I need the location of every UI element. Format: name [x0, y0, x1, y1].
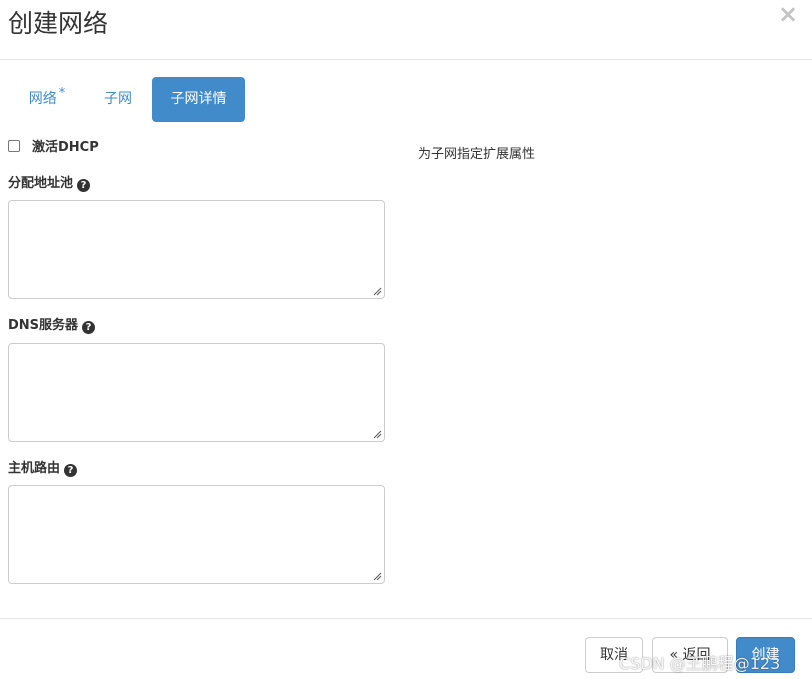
cancel-button[interactable]: 取消 [585, 637, 643, 673]
allocation-pools-textarea[interactable] [8, 200, 385, 299]
tab-subnet[interactable]: 子网 [86, 77, 150, 122]
tab-subnet-details-label: 子网详情 [170, 91, 227, 107]
resize-grip-icon[interactable] [373, 287, 382, 296]
help-icon[interactable]: ? [77, 179, 91, 192]
close-icon[interactable]: × [776, 2, 800, 26]
enable-dhcp-label[interactable]: 激活DHCP [32, 138, 99, 158]
host-routes-label-text: 主机路由 [8, 461, 61, 476]
allocation-pools-label: 分配地址池? [8, 175, 91, 193]
subnet-details-description: 为子网指定扩展属性 [418, 147, 536, 162]
host-routes-textarea[interactable] [8, 485, 385, 584]
tab-network[interactable]: 网络 * [8, 77, 86, 122]
required-asterisk: * [58, 86, 66, 101]
back-button[interactable]: « 返回 [652, 637, 728, 673]
modal-footer: 取消 « 返回 创建 [0, 618, 812, 679]
create-button[interactable]: 创建 [736, 637, 795, 673]
tab-network-label: 网络 [28, 91, 57, 107]
enable-dhcp-checkbox[interactable] [8, 140, 20, 152]
dns-servers-label-text: DNS服务器 [8, 318, 79, 333]
tab-subnet-details[interactable]: 子网详情 [152, 77, 245, 122]
tab-subnet-label: 子网 [104, 91, 132, 107]
dns-servers-textarea[interactable] [8, 343, 385, 442]
allocation-pools-label-text: 分配地址池 [8, 176, 74, 191]
modal-header: 创建网络 × [0, 0, 812, 60]
help-icon[interactable]: ? [64, 464, 78, 477]
dns-servers-label: DNS服务器? [8, 317, 96, 335]
resize-grip-icon[interactable] [373, 572, 382, 581]
resize-grip-icon[interactable] [373, 430, 382, 439]
modal-title: 创建网络 [8, 9, 109, 38]
create-network-modal: 创建网络 × 网络 * 子网 子网详情 激活DHCP 分配地址池? DNS服务器? [0, 0, 812, 679]
help-icon[interactable]: ? [82, 321, 96, 334]
host-routes-label: 主机路由? [8, 460, 78, 478]
